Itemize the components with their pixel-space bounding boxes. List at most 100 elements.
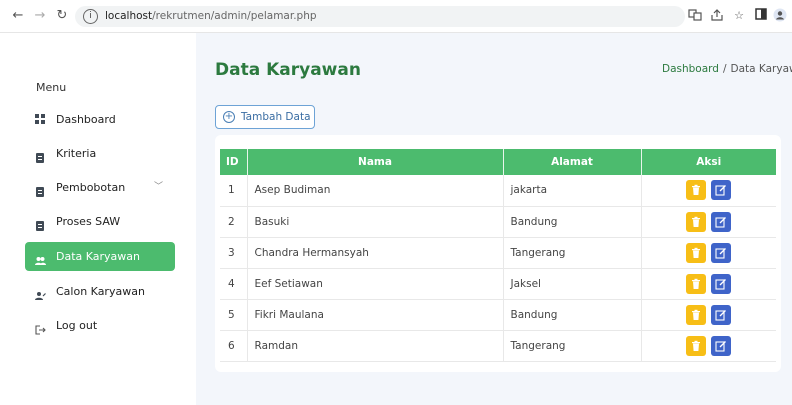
logout-icon <box>35 320 46 335</box>
edit-button[interactable] <box>711 211 732 232</box>
edit-button[interactable] <box>711 180 732 201</box>
trash-icon <box>692 278 701 289</box>
cell-nama: Fikri Maulana <box>247 299 504 331</box>
cell-aksi <box>641 330 776 362</box>
table-row: 2 Basuki Bandung <box>220 206 776 238</box>
sidebar-heading: Menu <box>36 81 67 94</box>
sidebar-item-proses-saw[interactable]: Proses SAW <box>25 207 175 236</box>
cell-id: 1 <box>220 175 248 207</box>
column-header-alamat: Alamat <box>503 149 642 175</box>
table-row: 5 Fikri Maulana Bandung <box>220 299 776 331</box>
cell-nama: Chandra Hermansyah <box>247 237 504 269</box>
main-content: Data Karyawan Dashboard/Data Karyawan + … <box>196 33 792 405</box>
sidebar-item-label: Calon Karyawan <box>56 285 145 298</box>
url-text[interactable]: localhost/rekrutmen/admin/pelamar.php <box>105 6 317 27</box>
reload-icon[interactable]: ↻ <box>54 8 70 24</box>
forward-icon[interactable]: → <box>32 8 48 24</box>
edit-button[interactable] <box>711 242 732 263</box>
sidebar: Menu Dashboard Kriteria Pembobotan ﹀ Pro… <box>0 33 196 405</box>
document-icon <box>35 182 45 197</box>
edit-icon <box>715 309 727 321</box>
delete-button[interactable] <box>686 180 707 201</box>
dashboard-icon <box>35 114 45 124</box>
sidebar-item-label: Data Karyawan <box>56 250 141 263</box>
cell-id: 6 <box>220 330 248 362</box>
cell-id: 4 <box>220 268 248 300</box>
document-icon <box>35 148 45 163</box>
table-row: 6 Ramdan Tangerang <box>220 330 776 362</box>
edit-button[interactable] <box>711 335 732 356</box>
table-row: 4 Eef Setiawan Jaksel <box>220 268 776 300</box>
table-card: ID Nama Alamat Aksi 1 Asep Budiman jakar… <box>215 135 781 372</box>
delete-button[interactable] <box>686 335 707 356</box>
sidebar-item-kriteria[interactable]: Kriteria <box>25 139 175 168</box>
sidebar-item-label: Proses SAW <box>56 215 121 228</box>
cell-alamat: Bandung <box>503 299 642 331</box>
column-header-aksi: Aksi <box>641 149 776 175</box>
sidepanel-icon[interactable] <box>753 8 769 24</box>
cell-alamat: jakarta <box>503 175 642 207</box>
delete-button[interactable] <box>686 273 707 294</box>
sidebar-item-dashboard[interactable]: Dashboard <box>25 105 175 134</box>
table-header-row: ID Nama Alamat Aksi <box>220 149 776 175</box>
column-header-id: ID <box>220 149 248 175</box>
cell-alamat: Tangerang <box>503 237 642 269</box>
sidebar-item-pembobotan[interactable]: Pembobotan ﹀ <box>25 173 175 202</box>
breadcrumb-separator: / <box>722 63 727 75</box>
sidebar-item-data-karyawan[interactable]: Data Karyawan <box>25 242 175 271</box>
trash-icon <box>692 247 701 258</box>
cell-id: 5 <box>220 299 248 331</box>
table-row: 1 Asep Budiman jakarta <box>220 175 776 207</box>
sidebar-item-label: Pembobotan <box>56 181 126 194</box>
cell-alamat: Jaksel <box>503 268 642 300</box>
delete-button[interactable] <box>686 304 707 325</box>
add-data-button[interactable]: + Tambah Data <box>215 105 315 129</box>
sidebar-item-calon-karyawan[interactable]: Calon Karyawan <box>25 277 175 306</box>
sidebar-item-log-out[interactable]: Log out <box>25 311 175 340</box>
star-icon[interactable]: ☆ <box>731 8 747 24</box>
edit-button[interactable] <box>711 304 732 325</box>
cell-nama: Asep Budiman <box>247 175 504 207</box>
sidebar-item-label: Dashboard <box>56 113 116 126</box>
profile-icon[interactable] <box>772 8 788 24</box>
cell-aksi <box>641 206 776 238</box>
edit-icon <box>715 340 727 352</box>
users-icon <box>35 251 46 265</box>
column-header-nama: Nama <box>247 149 504 175</box>
breadcrumb-current: Data Karyawan <box>730 63 792 75</box>
cell-aksi <box>641 237 776 269</box>
cell-nama: Basuki <box>247 206 504 238</box>
plus-circle-icon: + <box>223 111 235 123</box>
table-row: 3 Chandra Hermansyah Tangerang <box>220 237 776 269</box>
delete-button[interactable] <box>686 211 707 232</box>
breadcrumb-home[interactable]: Dashboard <box>662 63 719 75</box>
sidebar-item-label: Log out <box>56 319 98 332</box>
chevron-down-icon[interactable]: ﹀ <box>154 173 163 202</box>
cell-id: 3 <box>220 237 248 269</box>
translate-icon[interactable] <box>687 8 703 24</box>
cell-aksi <box>641 268 776 300</box>
address-bar[interactable]: i localhost/rekrutmen/admin/pelamar.php <box>75 6 685 27</box>
edit-icon <box>715 185 727 196</box>
share-icon[interactable] <box>709 8 725 24</box>
cell-alamat: Bandung <box>503 206 642 238</box>
user-edit-icon <box>35 286 46 300</box>
cell-aksi <box>641 175 776 207</box>
edit-button[interactable] <box>711 273 732 294</box>
cell-alamat: Tangerang <box>503 330 642 362</box>
breadcrumb: Dashboard/Data Karyawan <box>662 63 792 75</box>
edit-icon <box>715 247 727 259</box>
info-icon[interactable]: i <box>83 9 98 24</box>
trash-icon <box>692 185 701 196</box>
cell-aksi <box>641 299 776 331</box>
cell-nama: Ramdan <box>247 330 504 362</box>
url-host: localhost <box>105 10 153 22</box>
url-path: /rekrutmen/admin/pelamar.php <box>152 10 317 22</box>
cell-nama: Eef Setiawan <box>247 268 504 300</box>
sidebar-item-label: Kriteria <box>56 147 97 160</box>
back-icon[interactable]: ← <box>10 8 26 24</box>
delete-button[interactable] <box>686 242 707 263</box>
add-data-label: Tambah Data <box>241 111 311 123</box>
document-icon <box>35 216 45 231</box>
cell-id: 2 <box>220 206 248 238</box>
